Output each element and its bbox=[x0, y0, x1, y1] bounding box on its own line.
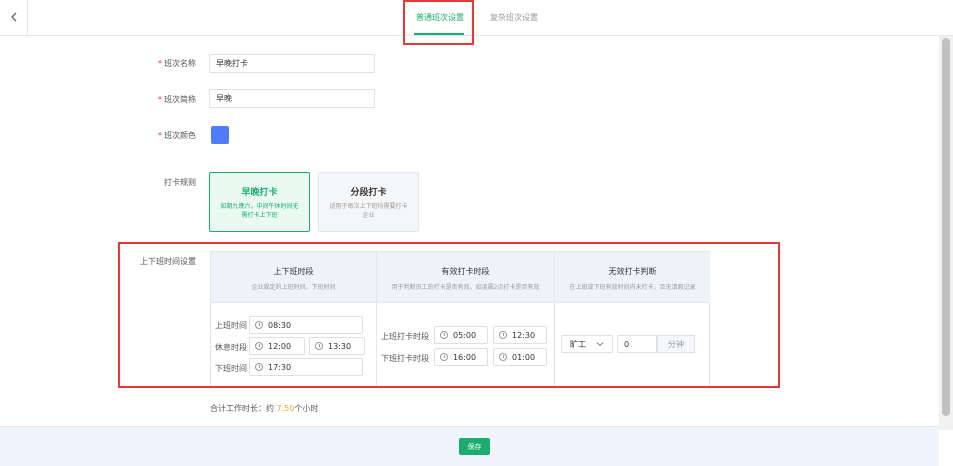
back-button[interactable] bbox=[0, 0, 28, 36]
clock-in-start-input[interactable]: 05:00 bbox=[434, 326, 488, 344]
clock-icon bbox=[499, 331, 507, 339]
total-hours-value: 7.50 bbox=[276, 404, 295, 413]
clock-icon bbox=[255, 321, 263, 329]
rule-card-title: 早晚打卡 bbox=[241, 188, 278, 198]
clock-icon bbox=[440, 331, 448, 339]
shift-short-name-label: * 班次简称 bbox=[158, 95, 196, 104]
invalid-clock-column: 无效打卡判断 在上班或下班有效时间内未打卡，且无请假记录 旷工 0 分钟 bbox=[555, 252, 710, 386]
column-header: 无效打卡判断 在上班或下班有效时间内未打卡，且无请假记录 bbox=[555, 252, 710, 303]
clock-icon bbox=[315, 342, 323, 350]
column-title: 有效打卡时段 bbox=[441, 267, 490, 276]
chevron-down-icon bbox=[596, 340, 604, 350]
rest-end-input[interactable]: 13:30 bbox=[309, 337, 365, 355]
off-time-label: 下班时间 bbox=[215, 364, 247, 373]
minutes-input[interactable]: 0 bbox=[617, 335, 657, 353]
rest-start-input[interactable]: 12:00 bbox=[249, 337, 305, 355]
shift-color-picker[interactable] bbox=[211, 126, 229, 144]
rule-card-desc: 适用于每次上下班均需要打卡企业 bbox=[329, 203, 408, 219]
top-bar: 普通班次设置 复杂班次设置 bbox=[0, 0, 953, 36]
clock-in-end-input[interactable]: 12:30 bbox=[493, 326, 547, 344]
column-title: 无效打卡判断 bbox=[608, 267, 657, 276]
column-header: 有效打卡时段 用于判断员工的打卡是否有效，如凌晨2点打卡是否有效 bbox=[377, 252, 554, 303]
time-settings-table: 上下班时段 企业规定的上班时间、下班时间 上班时间 08:30 休息时段 12:… bbox=[210, 251, 710, 387]
shift-name-input[interactable]: 早晚打卡 bbox=[209, 54, 375, 73]
off-time-input[interactable]: 17:30 bbox=[249, 358, 363, 376]
valid-clock-column: 有效打卡时段 用于判断员工的打卡是否有效，如凌晨2点打卡是否有效 上班打卡时段 … bbox=[377, 252, 555, 386]
work-time-input[interactable]: 08:30 bbox=[249, 316, 363, 334]
total-work-hours: 合计工作时长：约 7.50个小时 bbox=[210, 404, 319, 413]
clock-icon bbox=[255, 363, 263, 371]
time-settings-label: 上下班时间设置 bbox=[140, 257, 196, 266]
shift-short-name-input[interactable]: 早晚 bbox=[209, 89, 375, 108]
column-title: 上下班时段 bbox=[273, 267, 314, 276]
clock-icon bbox=[499, 353, 507, 361]
clock-rule-label: 打卡规则 bbox=[164, 178, 196, 187]
tab-complex-shift[interactable]: 复杂班次设置 bbox=[490, 12, 538, 23]
clock-in-period-label: 上班打卡时段 bbox=[381, 332, 429, 341]
scrollbar-thumb[interactable] bbox=[942, 38, 950, 416]
save-button[interactable]: 保存 bbox=[459, 438, 490, 455]
shift-settings-page: 普通班次设置 复杂班次设置 * 班次名称 早晚打卡 * 班次简称 早晚 * 班次颜色 … bbox=[0, 0, 953, 466]
rule-card-desc: 如朝九晚六，中间午休时间无需打卡上下班 bbox=[220, 203, 299, 219]
chevron-left-icon bbox=[10, 12, 18, 24]
work-time-label: 上班时间 bbox=[215, 321, 247, 330]
column-header: 上下班时段 企业规定的上班时间、下班时间 bbox=[211, 252, 376, 303]
footer-bar: 保存 bbox=[0, 426, 939, 466]
column-subtitle: 用于判断员工的打卡是否有效，如凌晨2点打卡是否有效 bbox=[391, 284, 540, 291]
clock-icon bbox=[440, 353, 448, 361]
rest-period-label: 休息时段 bbox=[215, 343, 247, 352]
clock-out-end-input[interactable]: 01:00 bbox=[493, 348, 547, 366]
column-subtitle: 在上班或下班有效时间内未打卡，且无请假记录 bbox=[569, 284, 696, 291]
clock-out-start-input[interactable]: 16:00 bbox=[434, 348, 488, 366]
work-period-column: 上下班时段 企业规定的上班时间、下班时间 上班时间 08:30 休息时段 12:… bbox=[211, 252, 377, 386]
rule-card-day-night[interactable]: 早晚打卡 如朝九晚六，中间午休时间无需打卡上下班 bbox=[209, 172, 310, 232]
rule-card-title: 分段打卡 bbox=[350, 188, 387, 198]
shift-name-label: * 班次名称 bbox=[158, 59, 196, 68]
clock-out-period-label: 下班打卡时段 bbox=[381, 354, 429, 363]
active-tab-indicator bbox=[414, 33, 464, 35]
clock-icon bbox=[255, 342, 263, 350]
tab-normal-shift[interactable]: 普通班次设置 bbox=[416, 12, 464, 23]
column-subtitle: 企业规定的上班时间、下班时间 bbox=[251, 284, 336, 291]
invalid-type-select[interactable]: 旷工 bbox=[561, 335, 613, 353]
minutes-unit: 分钟 bbox=[657, 335, 695, 353]
rule-card-segmented[interactable]: 分段打卡 适用于每次上下班均需要打卡企业 bbox=[318, 172, 419, 232]
shift-color-label: * 班次颜色 bbox=[158, 131, 196, 140]
